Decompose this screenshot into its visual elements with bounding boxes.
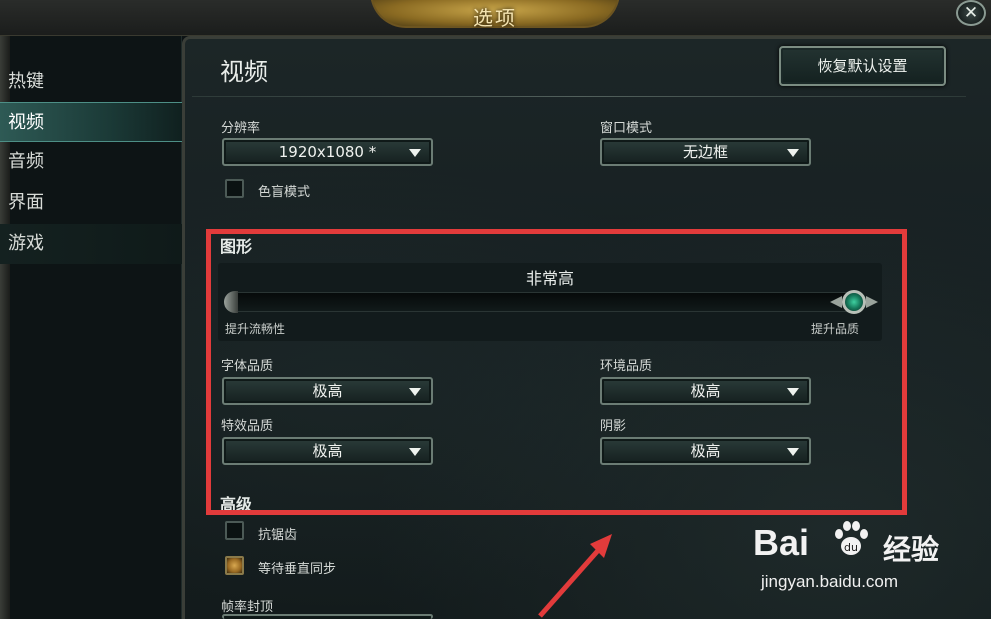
colorblind-label: 色盲模式: [258, 185, 311, 200]
watermark-brand-suffix: 经验: [883, 533, 940, 566]
sidebar-item-game[interactable]: 游戏: [0, 224, 182, 264]
resolution-dropdown[interactable]: 1920x1080 *: [222, 138, 433, 166]
antialiasing-checkbox[interactable]: [225, 521, 244, 540]
page-title: 视频: [220, 58, 268, 86]
window-mode-label: 窗口模式: [600, 121, 653, 136]
annotation-arrow-icon: [538, 534, 612, 618]
sidebar-item-label: 界面: [8, 192, 44, 213]
svg-text:du: du: [844, 541, 858, 554]
window-title-plate: 选项: [370, 0, 620, 30]
window-mode-dropdown[interactable]: 无边框: [600, 138, 811, 166]
title-divider: [192, 96, 966, 97]
resolution-value: 1920x1080 *: [278, 143, 377, 161]
chevron-down-icon: [787, 149, 799, 157]
window-mode-value: 无边框: [682, 143, 728, 161]
antialiasing-label: 抗锯齿: [258, 528, 298, 543]
window-title: 选项: [473, 6, 517, 30]
sidebar-item-video[interactable]: 视频: [0, 102, 182, 142]
sidebar-item-audio[interactable]: 音频: [0, 142, 182, 182]
watermark-url: jingyan.baidu.com: [761, 572, 899, 591]
close-icon[interactable]: ✕: [956, 0, 986, 26]
colorblind-checkbox[interactable]: [225, 179, 244, 198]
annotation-highlight-box: [206, 229, 907, 515]
sidebar-item-hotkeys[interactable]: 热键: [0, 62, 182, 102]
frame-cap-label: 帧率封顶: [221, 600, 274, 615]
sidebar-item-label: 热键: [8, 71, 44, 92]
vsync-label: 等待垂直同步: [258, 562, 337, 577]
chevron-down-icon: [409, 149, 421, 157]
sidebar-item-label: 视频: [8, 112, 44, 133]
sidebar-item-interface[interactable]: 界面: [0, 183, 182, 223]
frame-cap-dropdown[interactable]: [222, 614, 433, 619]
sidebar-item-label: 音频: [8, 151, 44, 172]
vsync-checkbox[interactable]: [225, 556, 244, 575]
resolution-label: 分辨率: [221, 121, 261, 136]
watermark-brand: Bai: [753, 522, 810, 563]
restore-defaults-button[interactable]: 恢复默认设置: [779, 46, 946, 86]
sidebar-item-label: 游戏: [8, 233, 44, 254]
baidu-paw-icon: du: [835, 521, 868, 555]
baidu-watermark: Bai du 经验 jingyan.baidu.com: [735, 516, 980, 606]
